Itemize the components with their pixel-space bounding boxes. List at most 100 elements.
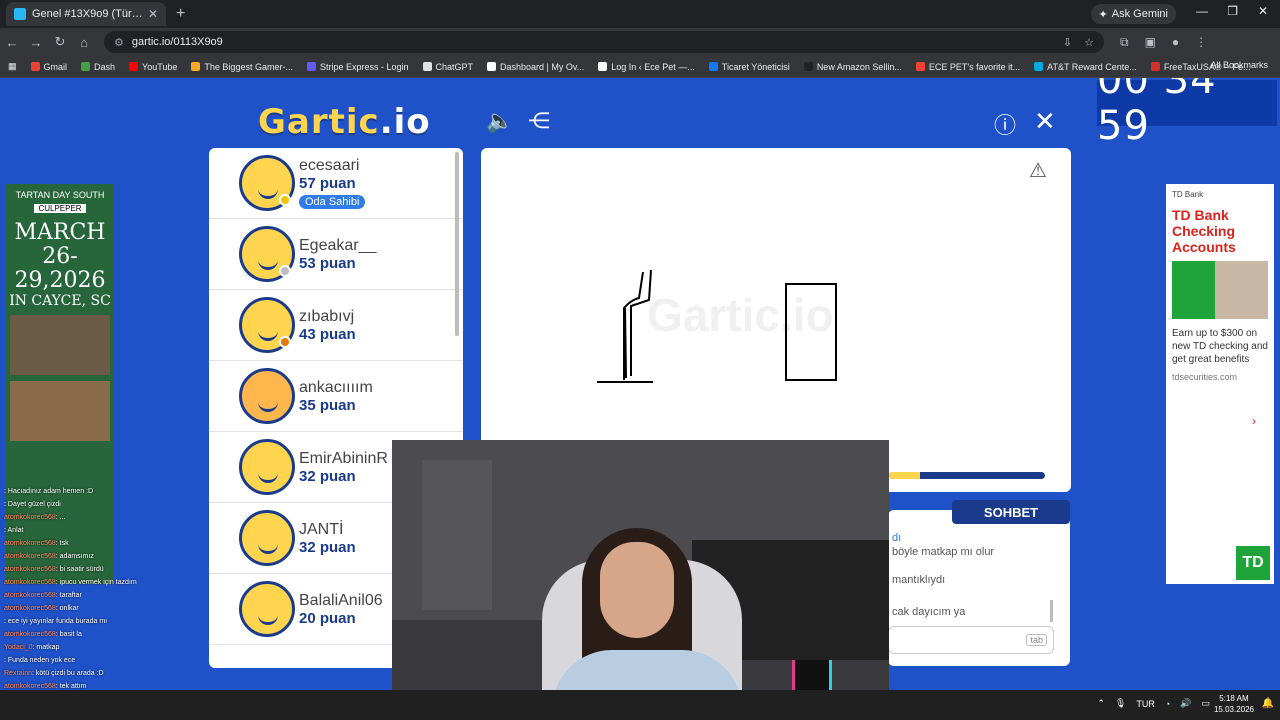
ad-date: MARCH 26-29,2026 xyxy=(14,220,106,293)
round-progress-fill xyxy=(889,472,921,479)
gmail-icon xyxy=(30,62,40,71)
player-points: 43 puan xyxy=(299,325,356,343)
ad-sub: CULPEPER xyxy=(34,204,86,213)
bookmark-dash[interactable]: Dash xyxy=(81,62,115,72)
player-row[interactable]: Egeakar__ 53 puan xyxy=(209,219,463,290)
player-list-scrollbar[interactable] xyxy=(455,152,459,336)
profile-avatar[interactable]: ● xyxy=(1172,35,1179,49)
close-game-icon[interactable]: ✕ xyxy=(1034,106,1056,137)
reload-icon[interactable]: ↻ xyxy=(48,34,72,50)
stream-chat-message: : Hacıadınız adam hemen :D xyxy=(4,488,94,495)
player-row[interactable]: zıbabıvj 43 puan xyxy=(209,290,463,361)
chevron-right-icon[interactable]: › xyxy=(1252,414,1256,428)
stream-chat-message: : basit la xyxy=(55,631,82,638)
player-row[interactable]: ankacıııım 35 puan xyxy=(209,361,463,432)
stream-chat-line: atomkokorec568: tsk xyxy=(4,540,204,547)
bookmark-ecepet[interactable]: ECE PET's favorite it... xyxy=(915,62,1020,72)
extensions-icon[interactable]: ⧉ xyxy=(1120,35,1129,50)
address-bar[interactable]: ⚙ gartic.io/0113X9o9 ⇩ ☆ xyxy=(104,31,1104,53)
left-ad[interactable]: TARTAN DAY SOUTH CULPEPER MARCH 26-29,20… xyxy=(6,184,114,584)
stream-chat-line: : Hacıadınız adam hemen :D xyxy=(4,488,204,495)
mic-icon[interactable]: 🎙 xyxy=(1115,698,1126,709)
player-points: 57 puan xyxy=(299,174,356,192)
bookmark-chatgpt[interactable]: ChatGPT xyxy=(422,62,473,72)
tab-sohbet[interactable]: SOHBET xyxy=(952,500,1070,524)
player-points: 20 puan xyxy=(299,609,356,627)
player-name: ankacıııım xyxy=(299,378,373,396)
new-tab-icon[interactable]: + xyxy=(176,5,185,23)
back-icon[interactable]: ← xyxy=(0,35,24,50)
info-icon[interactable]: ⓘ xyxy=(994,108,1016,140)
chatgpt-icon xyxy=(422,62,432,71)
chat-message: cak dayıcım ya xyxy=(892,606,966,618)
bookmark-att[interactable]: AT&T Reward Cente... xyxy=(1034,62,1137,72)
minimize-icon[interactable]: — xyxy=(1196,4,1208,18)
avatar xyxy=(239,510,295,566)
lang-indicator[interactable]: TUR xyxy=(1136,699,1155,709)
bookmark-youtube[interactable]: YouTube xyxy=(129,62,177,72)
stream-chat-line: atomkokorec568: taraftar xyxy=(4,592,204,599)
dashboard-icon xyxy=(487,62,497,71)
bookmark-star-icon[interactable]: ☆ xyxy=(1084,36,1094,49)
chat-input[interactable]: tab xyxy=(888,626,1054,654)
status-dot xyxy=(279,336,291,348)
chat-panel: dı böyle matkap mı olur mantıklıydı cak … xyxy=(888,510,1070,666)
forward-icon[interactable]: → xyxy=(24,35,48,50)
player-row[interactable]: ecesaari 57 puan Oda Sahibi xyxy=(209,148,463,219)
stream-chat-line: atomkokorec568: basit la xyxy=(4,631,204,638)
volume-icon[interactable]: 🔊 xyxy=(1180,698,1191,709)
stream-chat-message: : taraftar xyxy=(55,592,82,599)
bookmark-dashboard[interactable]: Dashboard | My Ov... xyxy=(487,62,584,72)
bookmark-login[interactable]: Log In ‹ Ece Pet —... xyxy=(598,62,695,72)
stream-chat-user: Yodaci_0 xyxy=(4,644,33,651)
share-icon[interactable]: ⋲ xyxy=(528,108,550,134)
browser-tab[interactable]: Genel #13X9o9 (Türkçe) - Gartic ✕ xyxy=(6,2,166,26)
bookmark-stripe[interactable]: Stripe Express - Login xyxy=(306,62,409,72)
gamer-icon xyxy=(191,62,201,71)
close-window-icon[interactable]: ✕ xyxy=(1258,4,1268,18)
player-name: BalaliAnil06 xyxy=(299,591,383,609)
close-tab-icon[interactable]: ✕ xyxy=(148,7,158,21)
avatar xyxy=(239,439,295,495)
ask-gemini-button[interactable]: ✦ Ask Gemini xyxy=(1090,4,1176,24)
gartic-logo: Gartic.io xyxy=(258,102,431,142)
stream-chat-message: : bi saatir sürdü xyxy=(55,566,104,573)
avatar xyxy=(239,581,295,637)
gartic-favicon-icon xyxy=(14,8,26,20)
tray-chevron-icon[interactable]: ⌃ xyxy=(1097,698,1105,709)
maximize-icon[interactable]: ❐ xyxy=(1227,4,1238,18)
player-name: ecesaari xyxy=(299,156,360,174)
sound-icon[interactable]: 🔈 xyxy=(486,108,513,134)
sidepanel-icon[interactable]: ▣ xyxy=(1145,35,1156,49)
site-info-icon[interactable]: ⚙ xyxy=(114,36,124,49)
notification-icon[interactable]: 🔔 xyxy=(1262,698,1274,709)
menu-icon[interactable]: ⋮ xyxy=(1195,35,1207,49)
battery-icon[interactable]: ▭ xyxy=(1201,698,1210,709)
stream-chat-user: atomkokorec568 xyxy=(4,514,56,521)
status-dot xyxy=(279,265,291,277)
wifi-icon[interactable]: ◔ xyxy=(1165,699,1170,709)
right-ad[interactable]: TD Bank TD Bank Checking Accounts Earn u… xyxy=(1166,184,1274,584)
ad-brand: TD Bank xyxy=(1172,190,1204,199)
player-points: 53 puan xyxy=(299,254,356,272)
stream-chat-line: atomkokorec568: adamsımız xyxy=(4,553,204,560)
install-icon[interactable]: ⇩ xyxy=(1063,36,1072,49)
webcam-overlay xyxy=(392,440,889,720)
bookmark-amazon[interactable]: New Amazon Sellin... xyxy=(803,62,902,72)
stream-chat-line: atomkokorec568: tek attım xyxy=(4,683,204,690)
home-icon[interactable]: ⌂ xyxy=(72,35,96,50)
taskbar-clock[interactable]: 5:18 AM 15.03.2026 xyxy=(1214,693,1254,715)
stream-chat-message: : kötü çizdi bu arada :D xyxy=(32,670,104,677)
stripe-icon xyxy=(306,62,316,71)
player-points: 32 puan xyxy=(299,538,356,556)
chat-scrollbar[interactable] xyxy=(1050,600,1053,622)
stream-chat-user: atomkokorec568 xyxy=(4,553,56,560)
ad-url: tdsecurities.com xyxy=(1172,372,1238,382)
stream-chat-user: atomkokorec568 xyxy=(4,631,56,638)
bookmark-gamer[interactable]: The Biggest Gamer-... xyxy=(191,62,293,72)
player-name: JANTİ xyxy=(299,520,344,538)
bookmark-gmail[interactable]: Gmail xyxy=(30,62,67,72)
bookmark-ticaret[interactable]: Ticaret Yöneticisi xyxy=(708,62,790,72)
apps-icon[interactable]: ▦ xyxy=(8,61,17,72)
all-bookmarks-link[interactable]: All Bookmarks xyxy=(1210,60,1268,70)
